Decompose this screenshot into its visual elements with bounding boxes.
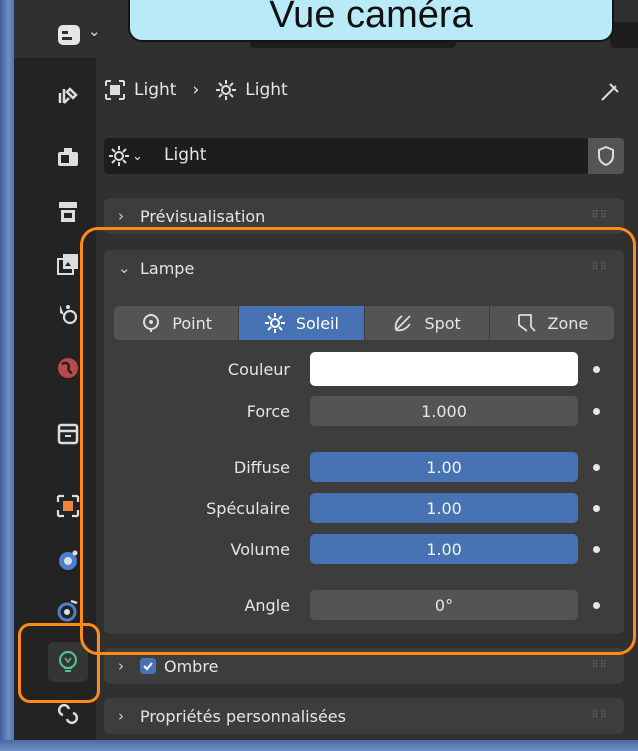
- light-type-sun-label: Soleil: [295, 313, 339, 333]
- world-icon: [58, 358, 78, 378]
- physics-icon: [57, 599, 78, 622]
- sun-icon: [109, 146, 129, 166]
- object-icon: [105, 80, 125, 100]
- tab-world[interactable]: [48, 348, 88, 388]
- tab-tool[interactable]: [48, 76, 88, 116]
- datablock-name[interactable]: Light: [164, 145, 206, 165]
- keyframe-dot-specular[interactable]: [593, 505, 600, 512]
- strength-field[interactable]: 1.000: [310, 396, 578, 426]
- volume-label: Volume: [230, 540, 290, 559]
- specular-label: Spéculaire: [206, 499, 290, 518]
- sun-light-icon: [264, 313, 285, 333]
- sun-icon: [216, 80, 237, 100]
- properties-tabs: [14, 58, 96, 740]
- angle-field[interactable]: 0°: [310, 590, 578, 620]
- area-light-icon: [517, 314, 536, 332]
- tab-scene[interactable]: [48, 294, 88, 334]
- chevron-right-icon: ›: [118, 207, 124, 225]
- panel-shadow-title: Ombre: [164, 656, 219, 676]
- tab-collection[interactable]: [48, 414, 88, 454]
- checkmark-icon: [143, 662, 153, 671]
- chevron-right-icon: ›: [118, 657, 124, 675]
- light-type-area-label: Zone: [547, 313, 589, 333]
- angle-label: Angle: [244, 596, 290, 615]
- panel-shadow[interactable]: › Ombre ⠿⠿: [104, 648, 624, 684]
- window-frame-left: [0, 0, 14, 751]
- editor-type-button[interactable]: ⌄: [44, 20, 116, 50]
- tab-view-layer[interactable]: [48, 244, 88, 284]
- panel-custom-properties[interactable]: › Propriétés personnalisées ⠿⠿: [104, 698, 624, 734]
- pin-icon[interactable]: [596, 78, 624, 106]
- render-icon: [58, 148, 78, 166]
- panel-lamp-title: Lampe: [140, 258, 195, 278]
- color-swatch[interactable]: [310, 352, 578, 386]
- collection-icon: [57, 423, 79, 445]
- fake-user-button[interactable]: [588, 138, 624, 174]
- drag-handle-icon[interactable]: ⠿⠿: [591, 710, 608, 721]
- panel-lamp-header[interactable]: ⌄ Lampe ⠿⠿: [104, 250, 624, 286]
- tab-render[interactable]: [48, 138, 88, 178]
- keyframe-dot-diffuse[interactable]: [593, 464, 600, 471]
- output-icon: [59, 202, 77, 222]
- strength-label: Force: [246, 402, 290, 421]
- chevron-right-icon: ›: [118, 707, 124, 725]
- chevron-down-icon: ⌄: [118, 259, 131, 277]
- point-light-icon: [143, 314, 160, 332]
- specular-slider[interactable]: 1.00: [310, 493, 578, 523]
- breadcrumb-separator: ›: [192, 80, 200, 100]
- tab-modifier[interactable]: [48, 540, 88, 580]
- drag-handle-icon[interactable]: ⠿⠿: [591, 262, 608, 273]
- light-data-icon: [58, 650, 78, 672]
- breadcrumb-data: Light: [245, 80, 288, 100]
- modifier-icon: [59, 550, 78, 570]
- tab-physics[interactable]: [48, 590, 88, 630]
- light-type-spot[interactable]: Spot: [365, 306, 490, 340]
- light-type-point-label: Point: [172, 313, 212, 333]
- volume-slider[interactable]: 1.00: [310, 534, 578, 564]
- light-type-area[interactable]: Zone: [490, 306, 614, 340]
- window-frame-bottom: [0, 740, 638, 751]
- light-type-sun[interactable]: Soleil: [239, 306, 365, 340]
- breadcrumb: Light › Light: [104, 74, 288, 106]
- breadcrumb-object: Light: [134, 80, 177, 100]
- spot-light-icon: [395, 315, 412, 332]
- diffuse-slider[interactable]: 1.00: [310, 452, 578, 482]
- chevron-down-icon: ⌄: [88, 22, 101, 40]
- light-type-point[interactable]: Point: [114, 306, 240, 340]
- shadow-checkbox[interactable]: [140, 658, 156, 674]
- properties-editor-icon: [58, 25, 80, 45]
- annotation-callout: Vue caméra: [128, 0, 614, 42]
- shield-icon: [598, 145, 614, 167]
- tab-object[interactable]: [48, 486, 88, 526]
- light-type-spot-label: Spot: [424, 313, 461, 333]
- tool-icon: [58, 87, 78, 104]
- view-layer-icon: [57, 254, 78, 275]
- keyframe-dot-volume[interactable]: [593, 546, 600, 553]
- panel-custom-title: Propriétés personnalisées: [140, 706, 346, 726]
- object-icon: [56, 494, 80, 518]
- color-label: Couleur: [227, 360, 290, 379]
- keyframe-dot-strength[interactable]: [593, 408, 600, 415]
- tab-output[interactable]: [48, 192, 88, 232]
- panel-preview[interactable]: › Prévisualisation ⠿⠿: [104, 198, 624, 234]
- light-datablock: ⌄ Light: [104, 138, 624, 174]
- header-options[interactable]: [610, 22, 638, 48]
- tab-light-data[interactable]: [48, 642, 88, 682]
- diffuse-label: Diffuse: [233, 458, 290, 477]
- keyframe-dot-angle[interactable]: [593, 602, 600, 609]
- light-type-selector: Point Soleil Spot Zone: [114, 306, 614, 340]
- tab-constraint[interactable]: [48, 694, 88, 734]
- datablock-browse-button[interactable]: ⌄: [108, 141, 160, 171]
- constraint-icon: [57, 703, 79, 725]
- panel-preview-title: Prévisualisation: [140, 206, 266, 226]
- scene-icon: [60, 305, 78, 325]
- keyframe-dot-color[interactable]: [593, 366, 600, 373]
- drag-handle-icon[interactable]: ⠿⠿: [591, 660, 608, 671]
- drag-handle-icon[interactable]: ⠿⠿: [591, 210, 608, 221]
- chevron-down-icon: ⌄: [132, 148, 143, 164]
